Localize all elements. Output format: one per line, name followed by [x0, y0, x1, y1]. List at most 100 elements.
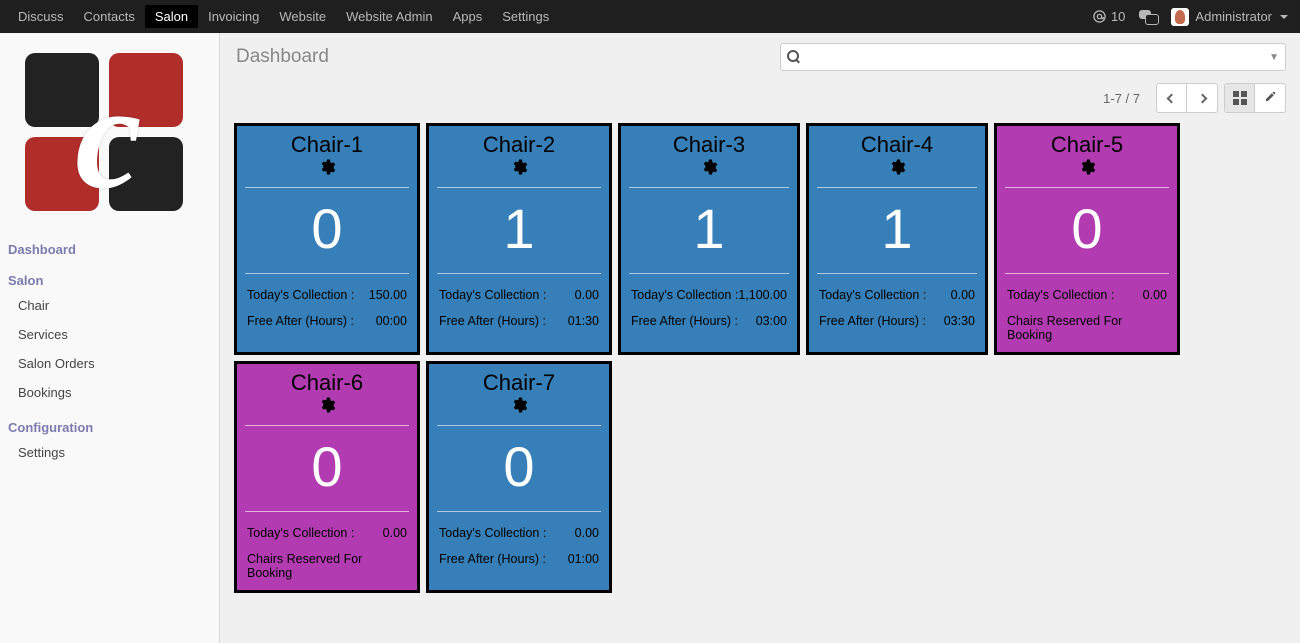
card-info: Today's Collection : 0.00 Chairs Reserved …	[997, 274, 1177, 352]
card-count: 0	[429, 426, 609, 511]
collection-label: Today's Collection :	[819, 288, 926, 302]
free-after-label: Free After (Hours) :	[247, 314, 354, 328]
collection-value: 1,100.00	[738, 288, 787, 302]
card-title: Chair-7	[429, 364, 609, 396]
notifications-indicator[interactable]: 10	[1092, 9, 1125, 24]
nav-item-contacts[interactable]: Contacts	[74, 0, 145, 33]
sidebar-item-chair[interactable]: Chair	[8, 291, 209, 320]
collection-label: Today's Collection :	[247, 288, 354, 302]
view-switcher	[1224, 83, 1286, 113]
chair-card[interactable]: Chair-7 0 Today's Collection : 0.00 Free Aft…	[426, 361, 612, 593]
collection-value: 0.00	[575, 288, 599, 302]
nav-item-discuss[interactable]: Discuss	[8, 0, 74, 33]
card-settings-button[interactable]	[429, 396, 609, 425]
sidebar-section-salon[interactable]: Salon	[8, 270, 209, 291]
card-settings-button[interactable]	[429, 158, 609, 187]
free-after-value: 01:30	[568, 314, 599, 328]
collection-label: Today's Collection :	[1007, 288, 1114, 302]
card-title: Chair-5	[997, 126, 1177, 158]
card-settings-button[interactable]	[237, 158, 417, 187]
page-title: Dashboard	[234, 46, 329, 68]
sidebar-item-settings[interactable]: Settings	[8, 438, 209, 467]
reserved-label: Chairs Reserved For Booking	[247, 546, 407, 580]
free-after-value: 03:00	[756, 314, 787, 328]
card-count: 1	[809, 188, 985, 273]
gear-icon[interactable]	[318, 396, 336, 414]
chevron-down-icon[interactable]: ▼	[1269, 52, 1279, 63]
gear-icon[interactable]	[318, 158, 336, 176]
nav-item-invoicing[interactable]: Invoicing	[198, 0, 269, 33]
search-input[interactable]	[807, 44, 1263, 70]
sidebar-item-services[interactable]: Services	[8, 320, 209, 349]
card-count: 1	[621, 188, 797, 273]
nav-item-apps[interactable]: Apps	[443, 0, 493, 33]
free-after-value: 01:00	[568, 552, 599, 566]
notifications-count: 10	[1111, 9, 1125, 24]
card-info: Today's Collection : 0.00 Free After (Hour…	[429, 512, 609, 582]
chair-card[interactable]: Chair-31Today's Collection :1,100.00Free…	[618, 123, 800, 355]
form-view-button[interactable]	[1255, 84, 1285, 112]
card-info: Today's Collection :150.00Free After (Ho…	[237, 274, 417, 344]
user-menu[interactable]: Administrator	[1171, 8, 1288, 26]
nav-item-salon[interactable]: Salon	[145, 5, 198, 28]
collection-value: 0.00	[575, 526, 599, 540]
free-after-label: Free After (Hours) :	[439, 314, 546, 328]
nav-item-website-admin[interactable]: Website Admin	[336, 0, 442, 33]
gear-icon[interactable]	[1078, 158, 1096, 176]
card-title: Chair-6	[237, 364, 417, 396]
card-count: 0	[997, 188, 1177, 273]
card-settings-button[interactable]	[237, 396, 417, 425]
free-after-value: 00:00	[376, 314, 407, 328]
collection-label: Today's Collection :	[439, 526, 546, 540]
card-count: 1	[429, 188, 609, 273]
collection-label: Today's Collection :	[439, 288, 546, 302]
kanban-view-button[interactable]	[1225, 84, 1255, 112]
app-logo: c	[25, 53, 193, 221]
card-title: Chair-1	[237, 126, 417, 158]
chair-card[interactable]: Chair-4 1Today's Collection :0.00Free Aft…	[806, 123, 988, 355]
gear-icon[interactable]	[700, 158, 718, 176]
sidebar-item-bookings[interactable]: Bookings	[8, 378, 209, 407]
card-info: Today's Collection :0.00Free After (Hour…	[809, 274, 985, 344]
free-after-label: Free After (Hours) :	[439, 552, 546, 566]
chair-card[interactable]: Chair-6 0 Today's Collection : 0.00 Chairs R…	[234, 361, 420, 593]
card-settings-button[interactable]	[997, 158, 1177, 187]
pager-prev-button[interactable]	[1157, 84, 1187, 112]
at-icon	[1092, 9, 1107, 24]
pager-buttons	[1156, 83, 1218, 113]
free-after-label: Free After (Hours) :	[819, 314, 926, 328]
nav-item-settings[interactable]: Settings	[492, 0, 559, 33]
card-info: Today's Collection : 0.00 Free After (Hour…	[429, 274, 609, 344]
card-info: Today's Collection :1,100.00Free After (…	[621, 274, 797, 344]
sidebar-section-configuration[interactable]: Configuration	[8, 417, 209, 438]
search-icon	[787, 50, 801, 64]
chair-card[interactable]: Chair-5 0 Today's Collection : 0.00 Chairs R…	[994, 123, 1180, 355]
search-box[interactable]: ▼	[780, 43, 1286, 71]
sidebar-item-salon-orders[interactable]: Salon Orders	[8, 349, 209, 378]
chat-icon[interactable]	[1139, 8, 1157, 26]
gear-icon[interactable]	[510, 396, 528, 414]
card-title: Chair-4	[809, 126, 985, 158]
chair-card[interactable]: Chair-1 0Today's Collection :150.00Free A…	[234, 123, 420, 355]
chevron-left-icon	[1167, 93, 1177, 103]
gear-icon[interactable]	[510, 158, 528, 176]
card-count: 0	[237, 188, 417, 273]
pager-text: 1-7 / 7	[1103, 91, 1140, 106]
chair-card[interactable]: Chair-2 1 Today's Collection : 0.00 Free Aft…	[426, 123, 612, 355]
edit-icon	[1264, 90, 1277, 106]
reserved-label: Chairs Reserved For Booking	[1007, 308, 1167, 342]
sidebar-section-dashboard[interactable]: Dashboard	[8, 239, 209, 260]
collection-value: 0.00	[1143, 288, 1167, 302]
pager-next-button[interactable]	[1187, 84, 1217, 112]
card-title: Chair-2	[429, 126, 609, 158]
nav-item-website[interactable]: Website	[269, 0, 336, 33]
collection-value: 0.00	[383, 526, 407, 540]
card-info: Today's Collection : 0.00 Chairs Reserved …	[237, 512, 417, 590]
card-settings-button[interactable]	[621, 158, 797, 187]
grid-icon	[1233, 91, 1247, 105]
card-count: 0	[237, 426, 417, 511]
top-navbar: DiscussContactsSalonInvoicingWebsiteWebs…	[0, 0, 1300, 33]
collection-label: Today's Collection :	[247, 526, 354, 540]
card-settings-button[interactable]	[809, 158, 985, 187]
gear-icon[interactable]	[888, 158, 906, 176]
